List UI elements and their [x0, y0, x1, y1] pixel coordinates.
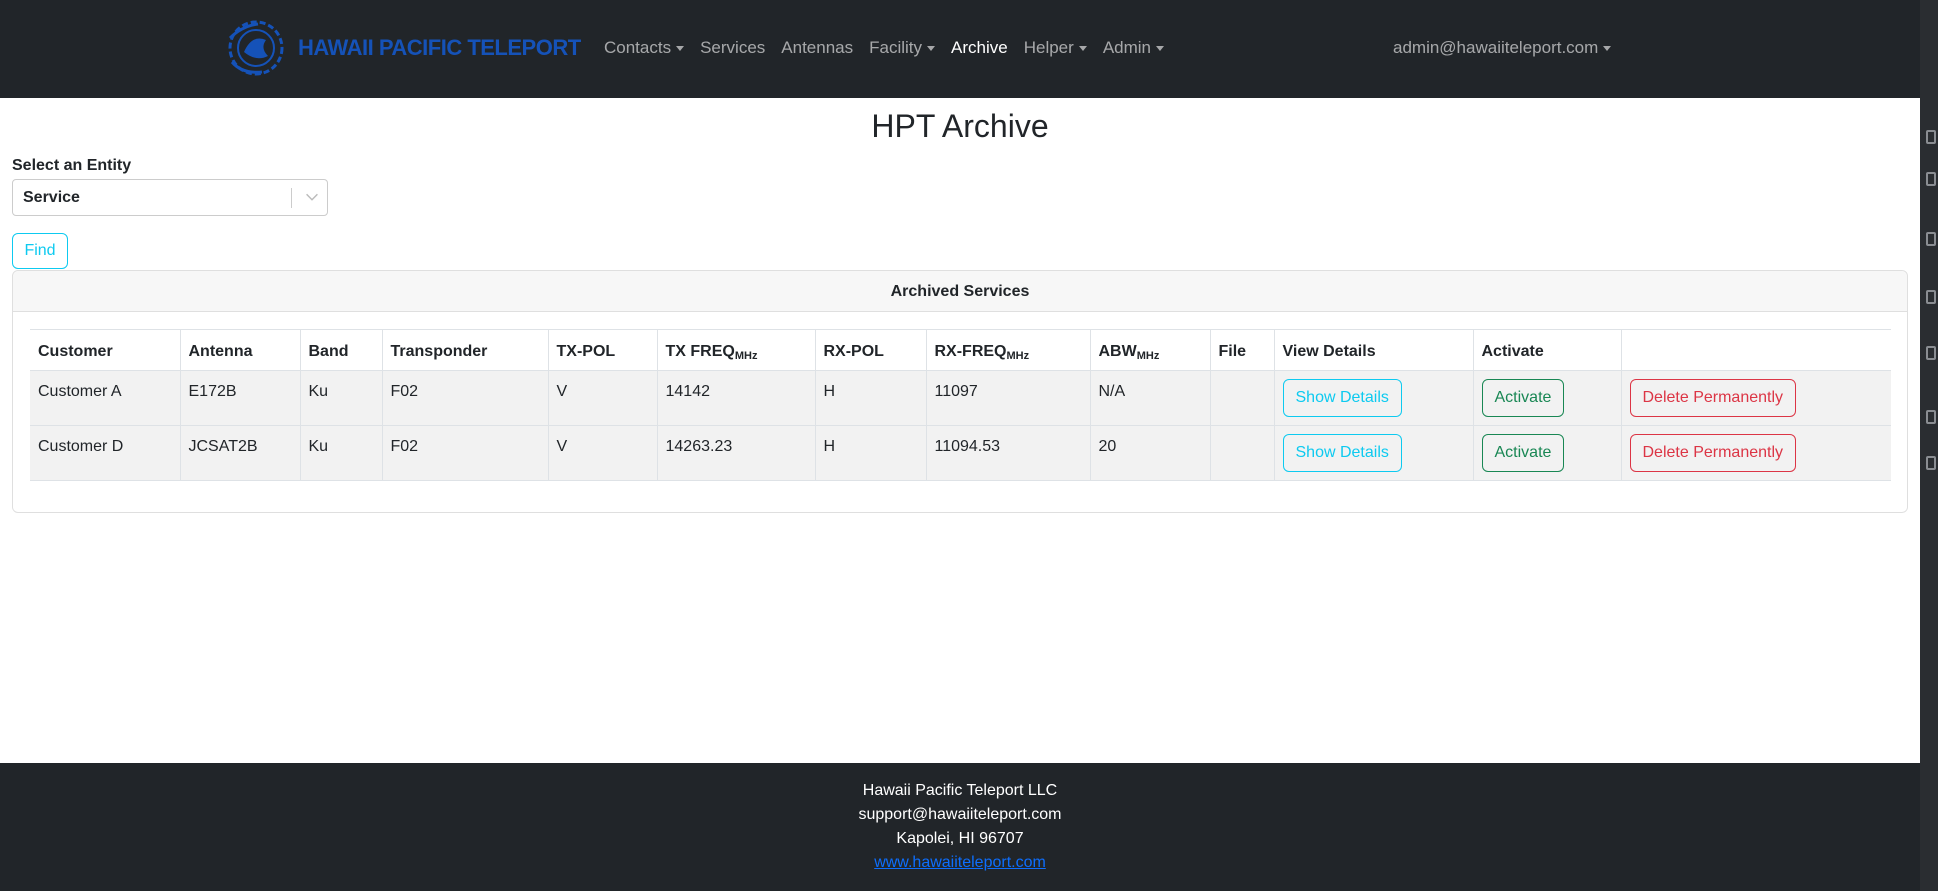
card-header: Archived Services	[13, 271, 1907, 312]
footer-address: Kapolei, HI 96707	[896, 830, 1024, 847]
show-details-button[interactable]: Show Details	[1282, 379, 1402, 417]
column-header-rx-pol: RX-POL	[815, 329, 927, 371]
cell-band: Ku	[300, 425, 383, 481]
cell-abw: 20	[1090, 425, 1211, 481]
cell-antenna: JCSAT2B	[180, 425, 301, 481]
caret-down-icon	[1078, 45, 1087, 51]
footer-company: Hawaii Pacific Teleport LLC	[862, 782, 1058, 799]
nav-label: Helper	[1023, 38, 1074, 57]
nav-item-antennas[interactable]: Antennas	[773, 38, 861, 58]
caret-down-icon	[1603, 45, 1612, 51]
nav-item-helper[interactable]: Helper	[1016, 38, 1095, 58]
archived-services-card: Archived Services Customer Antenna Band …	[12, 270, 1908, 513]
entity-select-value: Service	[23, 189, 80, 206]
nav-label: Services	[700, 38, 766, 57]
top-navbar: HAWAII PACIFIC TELEPORT Contacts Service…	[0, 0, 1920, 98]
cell-rx-pol: H	[815, 370, 927, 426]
caret-down-icon	[1156, 45, 1164, 51]
cell-file	[1210, 425, 1275, 481]
main-nav: Contacts Services Antennas Facility Arch…	[596, 38, 1172, 58]
panel-icon	[1926, 456, 1936, 470]
activate-button[interactable]: Activate	[1481, 379, 1565, 417]
cell-view-details: Show Details	[1274, 425, 1474, 481]
cell-customer: Customer A	[30, 370, 181, 426]
side-panel-edge	[1920, 0, 1938, 891]
column-header-customer: Customer	[30, 329, 181, 371]
table-header-row: Customer Antenna Band Transponder TX-POL…	[30, 329, 1891, 371]
cell-tx-freq: 14263.23	[657, 425, 816, 481]
cell-actions: Delete Permanently	[1621, 426, 1891, 481]
nav-label: Facility	[869, 38, 923, 57]
column-header-transponder: Transponder	[382, 329, 549, 371]
column-header-actions	[1621, 330, 1891, 371]
column-header-view-details: View Details	[1274, 329, 1474, 371]
panel-icon	[1926, 290, 1936, 304]
column-header-activate: Activate	[1473, 329, 1622, 371]
panel-icon	[1926, 346, 1936, 360]
table-row: Customer A E172B Ku F02 V 14142 H 11097 …	[30, 370, 1891, 426]
page-footer: Hawaii Pacific Teleport LLC support@hawa…	[0, 763, 1920, 891]
user-email: admin@hawaiiteleport.com	[1393, 38, 1599, 57]
cell-transponder: F02	[382, 425, 549, 481]
column-header-tx-pol: TX-POL	[548, 329, 658, 371]
cell-tx-freq: 14142	[657, 370, 816, 426]
nav-item-facility[interactable]: Facility	[861, 38, 943, 58]
user-menu-dropdown[interactable]: admin@hawaiiteleport.com	[1393, 38, 1612, 58]
nav-label: Contacts	[604, 38, 672, 57]
caret-down-icon	[927, 45, 936, 51]
table-row: Customer D JCSAT2B Ku F02 V 14263.23 H 1…	[30, 425, 1891, 481]
nav-item-archive[interactable]: Archive	[943, 38, 1016, 58]
select-separator	[291, 188, 292, 208]
hawaii-logo-icon	[228, 20, 284, 76]
column-header-abw: ABWMHz	[1090, 329, 1211, 371]
cell-rx-freq: 11097	[926, 370, 1091, 426]
brand-link[interactable]: HAWAII PACIFIC TELEPORT	[222, 18, 581, 78]
entity-select-label: Select an Entity	[12, 157, 132, 174]
find-button[interactable]: Find	[12, 233, 68, 269]
cell-rx-pol: H	[815, 425, 927, 481]
panel-icon	[1926, 130, 1936, 144]
panel-icon	[1926, 172, 1936, 186]
cell-band: Ku	[300, 370, 383, 426]
nav-item-services[interactable]: Services	[692, 38, 773, 58]
footer-email: support@hawaiiteleport.com	[858, 806, 1062, 823]
cell-antenna: E172B	[180, 370, 301, 426]
cell-tx-pol: V	[548, 370, 658, 426]
cell-activate: Activate	[1473, 425, 1622, 481]
column-header-rx-freq: RX-FREQMHz	[926, 329, 1091, 371]
cell-transponder: F02	[382, 370, 549, 426]
column-header-band: Band	[300, 329, 383, 371]
footer-website-link[interactable]: www.hawaiiteleport.com	[874, 854, 1046, 871]
cell-abw: N/A	[1090, 370, 1211, 426]
nav-label: Admin	[1102, 38, 1151, 57]
delete-permanently-button[interactable]: Delete Permanently	[1629, 434, 1797, 472]
nav-item-contacts[interactable]: Contacts	[596, 38, 692, 58]
cell-rx-freq: 11094.53	[926, 425, 1091, 481]
nav-label: Archive	[951, 38, 1008, 57]
panel-icon	[1926, 410, 1936, 424]
chevron-down-icon[interactable]	[303, 188, 321, 206]
page-title: HPT Archive	[871, 108, 1049, 144]
cell-tx-pol: V	[548, 425, 658, 481]
delete-permanently-button[interactable]: Delete Permanently	[1629, 379, 1797, 417]
brand-name: HAWAII PACIFIC TELEPORT	[298, 35, 581, 60]
cell-file	[1210, 370, 1275, 426]
archived-services-table: Customer Antenna Band Transponder TX-POL…	[30, 329, 1891, 481]
show-details-button[interactable]: Show Details	[1282, 434, 1402, 472]
nav-item-admin[interactable]: Admin	[1095, 38, 1172, 58]
column-header-file: File	[1210, 329, 1275, 371]
cell-view-details: Show Details	[1274, 370, 1474, 426]
cell-activate: Activate	[1473, 370, 1622, 426]
cell-customer: Customer D	[30, 425, 181, 481]
entity-select[interactable]: Service	[12, 179, 328, 216]
cell-actions: Delete Permanently	[1621, 371, 1891, 426]
caret-down-icon	[676, 45, 685, 51]
panel-icon	[1926, 232, 1936, 246]
activate-button[interactable]: Activate	[1481, 434, 1565, 472]
nav-label: Antennas	[781, 38, 854, 57]
column-header-antenna: Antenna	[180, 329, 301, 371]
column-header-tx-freq: TX FREQMHz	[657, 329, 816, 371]
